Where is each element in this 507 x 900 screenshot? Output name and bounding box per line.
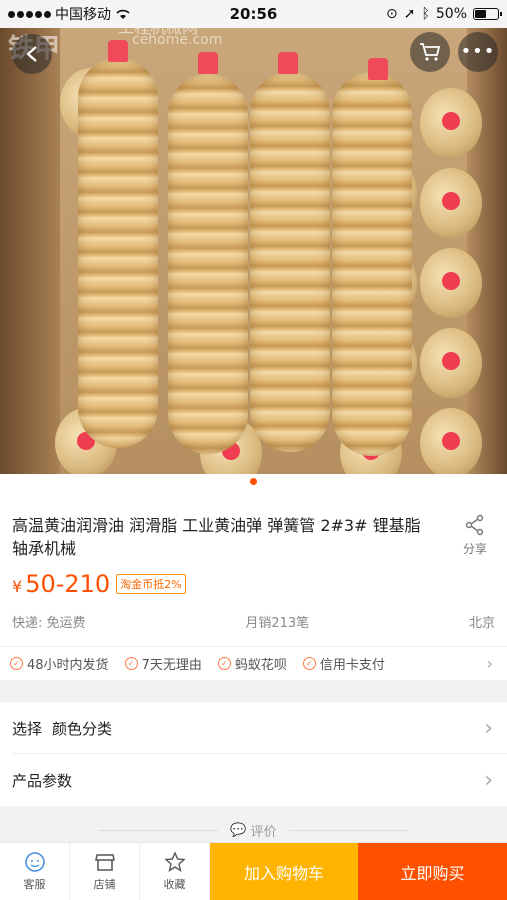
- service-guarantees[interactable]: ✓ 48小时内发货 ✓ 7天无理由 ✓ 蚂蚁花呗 ✓ 信用卡支付 ›: [0, 646, 507, 680]
- bluetooth-icon: ᛒ: [421, 6, 430, 22]
- back-button[interactable]: [12, 34, 52, 74]
- check-icon: ✓: [217, 657, 231, 670]
- shop-tab[interactable]: 店铺: [70, 843, 140, 900]
- comment-icon: 💬: [230, 822, 247, 838]
- service-item: ✓ 信用卡支付: [302, 654, 385, 673]
- params-label: 产品参数: [12, 771, 73, 790]
- service-tab[interactable]: 客服: [0, 843, 70, 900]
- star-icon: [163, 851, 186, 873]
- check-icon: ✓: [124, 657, 138, 670]
- select-label: 选择: [12, 719, 43, 738]
- back-arrow-icon: [26, 46, 37, 62]
- price-currency: ¥: [12, 577, 23, 596]
- chevron-right-icon: ›: [486, 654, 493, 673]
- select-variant-row[interactable]: 选择 颜色分类 ›: [0, 702, 507, 754]
- coin-badge: 淘金币抵2%: [116, 574, 186, 594]
- customer-service-icon: [24, 852, 45, 872]
- product-image[interactable]: 铁甲 工程机械网 cehome.com •••: [0, 28, 507, 474]
- shop-label: 店铺: [93, 878, 116, 891]
- select-value: 颜色分类: [52, 719, 113, 738]
- check-icon: ✓: [10, 657, 23, 670]
- buy-now-button[interactable]: 立即购买: [358, 843, 507, 900]
- shipping-info: 快递: 免运费: [12, 616, 86, 631]
- share-icon: [465, 514, 484, 536]
- shopping-cart-icon: [420, 43, 441, 61]
- price-value: 50-210: [25, 570, 111, 598]
- rotation-lock-icon: ⊙: [386, 6, 398, 22]
- cart-button[interactable]: [410, 32, 450, 72]
- service-item: ✓ 7天无理由: [124, 654, 202, 673]
- reviews-header[interactable]: 💬 评价: [0, 818, 507, 842]
- product-info: 高温黄油润滑油 润滑脂 工业黄油弹 弹簧管 2#3# 锂基脂 轴承机械 分享 ¥…: [0, 488, 507, 680]
- status-bar: 中国移动 20:56 ⊙ ➚ ᛒ 50%: [0, 0, 507, 28]
- watermark-url: cehome.com: [132, 32, 223, 48]
- share-button[interactable]: 分享: [455, 514, 495, 557]
- more-icon: •••: [460, 41, 496, 62]
- product-params-row[interactable]: 产品参数 ›: [0, 754, 507, 806]
- favorite-tab[interactable]: 收藏: [140, 843, 210, 900]
- more-button[interactable]: •••: [458, 32, 498, 72]
- shop-icon: [94, 854, 115, 871]
- favorite-label: 收藏: [163, 878, 186, 891]
- battery-icon: [473, 8, 502, 20]
- monthly-sales: 月销213笔: [245, 616, 310, 631]
- service-item: ✓ 蚂蚁花呗: [217, 654, 287, 673]
- share-label: 分享: [462, 542, 487, 556]
- location-icon: ➚: [403, 6, 416, 22]
- check-icon: ✓: [302, 657, 316, 670]
- battery-percent: 50%: [435, 6, 467, 22]
- service-label: 客服: [23, 878, 46, 891]
- location: 北京: [468, 616, 495, 631]
- product-title: 高温黄油润滑油 润滑脂 工业黄油弹 弹簧管 2#3# 锂基脂 轴承机械: [12, 516, 421, 558]
- price: ¥50-210: [12, 570, 110, 598]
- chevron-right-icon: ›: [484, 767, 493, 793]
- reviews-label: 评价: [250, 824, 277, 840]
- chevron-right-icon: ›: [484, 715, 493, 741]
- carousel-indicator: [0, 474, 507, 488]
- bottom-bar: 客服 店铺 收藏 加入购物车 立即购买: [0, 842, 507, 900]
- add-to-cart-button[interactable]: 加入购物车: [210, 843, 358, 900]
- service-item: ✓ 48小时内发货: [10, 654, 109, 673]
